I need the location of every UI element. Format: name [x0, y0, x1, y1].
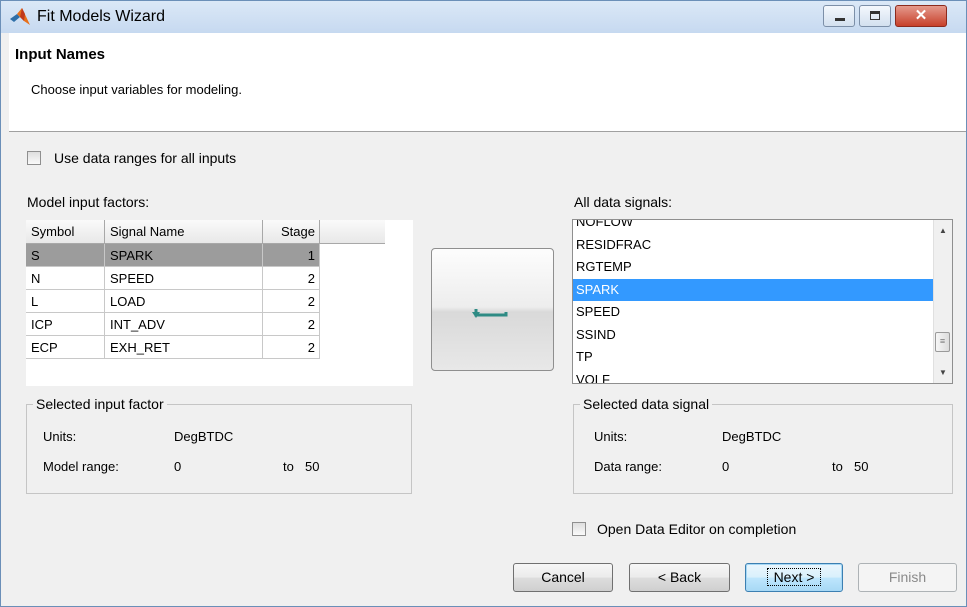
cell-symbol[interactable]: ECP: [26, 335, 105, 359]
cell-stage[interactable]: 2: [262, 335, 320, 359]
group-title: Selected input factor: [33, 396, 167, 412]
close-button[interactable]: ✕: [895, 5, 947, 27]
column-header-filler: [319, 220, 385, 244]
list-item[interactable]: RESIDFRAC: [573, 234, 934, 257]
model-input-factors-label: Model input factors:: [27, 194, 150, 210]
matlab-logo-icon: [10, 8, 30, 25]
table-row[interactable]: L LOAD 2: [26, 289, 385, 313]
minimize-button[interactable]: [823, 5, 855, 27]
maximize-icon: [870, 11, 880, 20]
back-button[interactable]: < Back: [629, 563, 730, 592]
column-header-signal-name[interactable]: Signal Name: [104, 220, 263, 244]
cell-signal-name[interactable]: EXH_RET: [104, 335, 263, 359]
units-value: DegBTDC: [174, 429, 234, 444]
use-data-ranges-label[interactable]: Use data ranges for all inputs: [54, 150, 236, 166]
cell-symbol[interactable]: L: [26, 289, 105, 313]
list-item[interactable]: SPEED: [573, 301, 934, 324]
list-item[interactable]: SSIND: [573, 324, 934, 347]
cell-signal-name[interactable]: SPARK: [104, 243, 263, 267]
title-bar[interactable]: Fit Models Wizard ✕: [1, 1, 966, 33]
model-input-factors-table[interactable]: Symbol Signal Name Stage S SPARK 1 N SPE…: [26, 220, 413, 386]
next-button-label: Next >: [766, 568, 822, 586]
table-row[interactable]: ECP EXH_RET 2: [26, 335, 385, 359]
cell-signal-name[interactable]: SPEED: [104, 266, 263, 290]
table-row[interactable]: ICP INT_ADV 2: [26, 312, 385, 336]
page-description: Choose input variables for modeling.: [31, 82, 243, 97]
use-data-ranges-checkbox[interactable]: [27, 151, 41, 165]
model-range-label: Model range:: [43, 459, 119, 474]
cell-signal-name[interactable]: LOAD: [104, 289, 263, 313]
next-button[interactable]: Next >: [745, 563, 843, 592]
column-header-stage[interactable]: Stage: [262, 220, 320, 244]
column-header-symbol[interactable]: Symbol: [26, 220, 105, 244]
range-max: 50: [854, 459, 869, 474]
cancel-button[interactable]: Cancel: [513, 563, 613, 592]
units-label: Units:: [43, 429, 77, 444]
range-max: 50: [305, 459, 320, 474]
vertical-scrollbar[interactable]: ▲ ≡ ▼: [933, 220, 952, 383]
group-title: Selected data signal: [580, 396, 713, 412]
page-title: Input Names: [15, 46, 106, 63]
selected-data-signal-group: Selected data signal: [573, 396, 953, 494]
list-item-selected[interactable]: SPARK: [573, 278, 934, 301]
cell-symbol[interactable]: S: [26, 243, 105, 267]
close-icon: ✕: [914, 7, 928, 24]
swap-arrow-icon: [472, 309, 508, 318]
table-row[interactable]: N SPEED 2: [26, 266, 385, 290]
cell-stage[interactable]: 2: [262, 289, 320, 313]
selected-input-factor-group: Selected input factor: [26, 396, 412, 494]
scroll-down-arrow-icon[interactable]: ▼: [934, 364, 952, 381]
cell-symbol[interactable]: N: [26, 266, 105, 290]
cell-symbol[interactable]: ICP: [26, 312, 105, 336]
all-data-signals-list[interactable]: NOFLOW RESIDFRAC RGTEMP SPARK SPEED SSIN…: [572, 219, 953, 384]
list-item[interactable]: TP: [573, 346, 934, 369]
open-data-editor-checkbox[interactable]: [572, 522, 586, 536]
range-to: to: [283, 459, 294, 474]
data-range-label: Data range:: [594, 459, 662, 474]
cell-stage[interactable]: 2: [262, 266, 320, 290]
list-item[interactable]: NOFLOW: [573, 220, 934, 234]
list-item[interactable]: VOLF: [573, 369, 934, 384]
minimize-icon: [835, 18, 845, 21]
range-min: 0: [722, 459, 730, 474]
swap-signal-button[interactable]: [431, 248, 554, 371]
fit-models-wizard-window: Fit Models Wizard ✕ Input Names Choose i…: [0, 0, 967, 607]
open-data-editor-label[interactable]: Open Data Editor on completion: [597, 521, 796, 537]
scroll-up-arrow-icon[interactable]: ▲: [934, 222, 952, 239]
finish-button[interactable]: Finish: [858, 563, 957, 592]
cell-stage[interactable]: 2: [262, 312, 320, 336]
scroll-thumb[interactable]: ≡: [935, 332, 950, 352]
list-item[interactable]: RGTEMP: [573, 256, 934, 279]
units-value: DegBTDC: [722, 429, 782, 444]
window-title: Fit Models Wizard: [37, 8, 166, 25]
range-min: 0: [174, 459, 182, 474]
table-row[interactable]: S SPARK 1: [26, 243, 385, 267]
cell-signal-name[interactable]: INT_ADV: [104, 312, 263, 336]
maximize-button[interactable]: [859, 5, 891, 27]
all-data-signals-label: All data signals:: [574, 194, 673, 210]
range-to: to: [832, 459, 843, 474]
cell-stage[interactable]: 1: [262, 243, 320, 267]
units-label: Units:: [594, 429, 628, 444]
